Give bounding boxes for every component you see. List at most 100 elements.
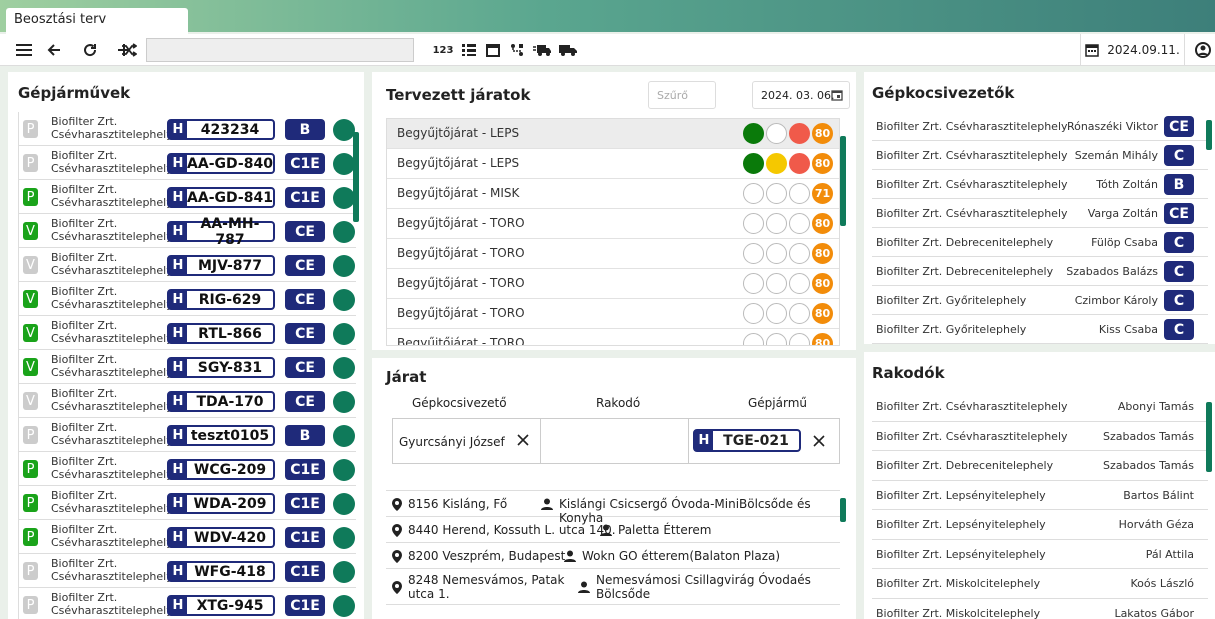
trip-row[interactable]: Begyűjtőjárat - TORO 80 bbox=[387, 209, 839, 239]
license-plate: H AA-GD-841 bbox=[167, 187, 275, 208]
route-icon[interactable] bbox=[508, 38, 526, 62]
vehicles-scrollbar[interactable] bbox=[353, 132, 359, 222]
loader-row[interactable]: Biofilter Zrt. Csévharasztitelephely Abon… bbox=[872, 392, 1208, 422]
addresses-scrollbar[interactable] bbox=[840, 498, 846, 522]
loader-slot[interactable] bbox=[541, 419, 689, 463]
trips-scrollbar[interactable] bbox=[840, 136, 846, 226]
status-indicator bbox=[333, 459, 355, 481]
vehicle-row[interactable]: V Biofilter Zrt. Csévharasztitelephely H RIG… bbox=[18, 282, 356, 316]
vehicle-company: Biofilter Zrt. Csévharasztitelephely bbox=[51, 149, 173, 175]
vehicle-row[interactable]: P Biofilter Zrt. Csévharasztitelephely H AA-… bbox=[18, 180, 356, 214]
trip-panel: Járat Gépkocsivezető Rakodó Gépjármű Gyu… bbox=[372, 358, 856, 619]
company-name: Biofilter Zrt. bbox=[51, 353, 118, 366]
driver-row[interactable]: Biofilter Zrt. Csévharasztitelephely Szem… bbox=[872, 141, 1208, 170]
driver-slot[interactable]: Gyurcsányi József bbox=[393, 419, 541, 463]
license-category: C bbox=[1164, 232, 1194, 253]
company-name: Biofilter Zrt. bbox=[51, 455, 118, 468]
vehicle-row[interactable]: P Biofilter Zrt. Csévharasztitelephely H WFG… bbox=[18, 554, 356, 588]
address-row[interactable]: 8440 Herend, Kossuth L. utca 140. Paletta… bbox=[386, 517, 840, 543]
trip-count-badge: 80 bbox=[812, 123, 833, 144]
country-code: H bbox=[169, 223, 187, 240]
trip-status-dots: 80 bbox=[741, 123, 833, 144]
driver-row[interactable]: Biofilter Zrt. Csévharasztitelephely Róna… bbox=[872, 112, 1208, 141]
license-plate: H MJV-877 bbox=[167, 255, 275, 276]
account-icon[interactable] bbox=[1194, 38, 1212, 62]
loaders-scrollbar[interactable] bbox=[1206, 402, 1212, 472]
vehicle-row[interactable]: P Biofilter Zrt. Csévharasztitelephely H WCG… bbox=[18, 452, 356, 486]
vehicle-company: Biofilter Zrt. Csévharasztitelephely bbox=[51, 217, 173, 243]
truck-fast-icon[interactable] bbox=[532, 38, 552, 62]
loader-name: Pál Attila bbox=[1145, 547, 1194, 561]
vehicle-row[interactable]: P Biofilter Zrt. Csévharasztitelephely Htes… bbox=[18, 418, 356, 452]
license-plate: H AA-MH-787 bbox=[167, 216, 275, 248]
vehicle-row[interactable]: V Biofilter Zrt. Csévharasztitelephely H AA-… bbox=[18, 214, 356, 248]
vehicle-row[interactable]: P Biofilter Zrt. Csévharasztitelephely H 423… bbox=[18, 112, 356, 146]
calendar-icon[interactable] bbox=[484, 38, 502, 62]
loader-row[interactable]: Biofilter Zrt. Miskolcitelephely Lakatos … bbox=[872, 599, 1208, 619]
trip-status-dots: 80 bbox=[741, 333, 833, 345]
truck-icon[interactable] bbox=[558, 38, 578, 62]
refresh-icon[interactable] bbox=[80, 38, 100, 62]
close-icon[interactable] bbox=[517, 434, 529, 446]
driver-row[interactable]: Biofilter Zrt. Csévharasztitelephely Tóth… bbox=[872, 170, 1208, 199]
status-indicator bbox=[333, 221, 355, 243]
status-dot bbox=[743, 123, 764, 144]
date-picker[interactable]: 2024.09.11. bbox=[1080, 34, 1185, 66]
vehicle-row[interactable]: P Biofilter Zrt. Csévharasztitelephely H WDA… bbox=[18, 486, 356, 520]
vehicle-row[interactable]: P Biofilter Zrt. Csévharasztitelephely H WDV… bbox=[18, 520, 356, 554]
tab-beosztasi-terv[interactable]: Beosztási terv bbox=[6, 8, 188, 34]
trip-row[interactable]: Begyűjtőjárat - MISK 71 bbox=[387, 179, 839, 209]
company-site: Csévharasztitelephely bbox=[51, 196, 173, 209]
license-category: B bbox=[285, 425, 325, 446]
loader-row[interactable]: Biofilter Zrt. Lepsényitelephely Bartos B… bbox=[872, 481, 1208, 510]
driver-row[interactable]: Biofilter Zrt. Csévharasztitelephely Varg… bbox=[872, 199, 1208, 228]
address-row[interactable]: 8200 Veszprém, Budapest Wokn GO étterem(B… bbox=[386, 543, 840, 569]
license-plate: H AA-GD-840 bbox=[167, 153, 275, 174]
country-code: H bbox=[169, 563, 187, 580]
toolbar: 123 2024.09.11. bbox=[0, 34, 1215, 66]
license-category: C bbox=[1164, 261, 1194, 282]
search-input[interactable] bbox=[122, 38, 414, 62]
plate-number: WDV-420 bbox=[194, 529, 266, 546]
trips-date-picker[interactable]: 2024. 03. 06. bbox=[752, 81, 850, 109]
driver-row[interactable]: Biofilter Zrt. Győritelephely Kiss Csaba C bbox=[872, 315, 1208, 344]
numbers-icon[interactable]: 123 bbox=[432, 38, 454, 62]
vehicle-row[interactable]: P Biofilter Zrt. Csévharasztitelephely H XTG… bbox=[18, 588, 356, 619]
vehicle-row[interactable]: V Biofilter Zrt. Csévharasztitelephely H RTL… bbox=[18, 316, 356, 350]
loader-row[interactable]: Biofilter Zrt. Debrecenitelephely Szabado… bbox=[872, 451, 1208, 481]
trip-row[interactable]: Begyűjtőjárat - TORO 80 bbox=[387, 239, 839, 269]
trip-row[interactable]: Begyűjtőjárat - LEPS 80 bbox=[387, 149, 839, 179]
menu-icon[interactable] bbox=[14, 38, 34, 62]
shuffle-icon[interactable] bbox=[121, 43, 137, 57]
vehicle-row[interactable]: V Biofilter Zrt. Csévharasztitelephely H SGY… bbox=[18, 350, 356, 384]
close-icon[interactable] bbox=[813, 435, 825, 447]
calendar-icon bbox=[831, 90, 843, 101]
trip-row[interactable]: Begyűjtőjárat - TORO 80 bbox=[387, 299, 839, 329]
filter-input[interactable]: Szűrő bbox=[648, 81, 716, 109]
vehicle-row[interactable]: V Biofilter Zrt. Csévharasztitelephely H TDA… bbox=[18, 384, 356, 418]
loader-row[interactable]: Biofilter Zrt. Miskolcitelephely Koós Lás… bbox=[872, 569, 1208, 599]
trip-row[interactable]: Begyűjtőjárat - TORO 80 bbox=[387, 329, 839, 345]
trip-count-badge: 80 bbox=[812, 273, 833, 294]
loader-row[interactable]: Biofilter Zrt. Lepsényitelephely Horváth … bbox=[872, 510, 1208, 540]
address-row[interactable]: 8156 Kisláng, Fő Kislángi Csicsergő Óvoda… bbox=[386, 491, 840, 525]
loader-name: Horváth Géza bbox=[1118, 518, 1194, 531]
assignment-box: Gyurcsányi József H TGE-021 bbox=[392, 418, 840, 464]
status-indicator bbox=[333, 493, 355, 515]
drivers-scrollbar[interactable] bbox=[1206, 120, 1212, 150]
trip-row[interactable]: Begyűjtőjárat - TORO 80 bbox=[387, 269, 839, 299]
plate-number: AA-GD-840 bbox=[187, 155, 273, 172]
address-row[interactable]: 8248 Nemesvámos, Patak utca 1. Nemesvámos… bbox=[386, 569, 840, 605]
vehicle-row[interactable]: V Biofilter Zrt. Csévharasztitelephely H MJV… bbox=[18, 248, 356, 282]
trip-row[interactable]: Begyűjtőjárat - LEPS 80 bbox=[387, 119, 839, 149]
loader-row[interactable]: Biofilter Zrt. Lepsényitelephely Pál Atti… bbox=[872, 540, 1208, 569]
driver-row[interactable]: Biofilter Zrt. Debrecenitelephely Szabado… bbox=[872, 257, 1208, 286]
back-icon[interactable] bbox=[44, 38, 64, 62]
status-dot bbox=[743, 213, 764, 234]
driver-row[interactable]: Biofilter Zrt. Győritelephely Czimbor Kár… bbox=[872, 286, 1208, 315]
vehicle-row[interactable]: P Biofilter Zrt. Csévharasztitelephely H AA-… bbox=[18, 146, 356, 180]
loader-row[interactable]: Biofilter Zrt. Csévharasztitelephely Szab… bbox=[872, 422, 1208, 451]
license-category: C bbox=[1164, 145, 1194, 166]
list-icon[interactable] bbox=[460, 38, 478, 62]
driver-row[interactable]: Biofilter Zrt. Debrecenitelephely Fülöp C… bbox=[872, 228, 1208, 257]
